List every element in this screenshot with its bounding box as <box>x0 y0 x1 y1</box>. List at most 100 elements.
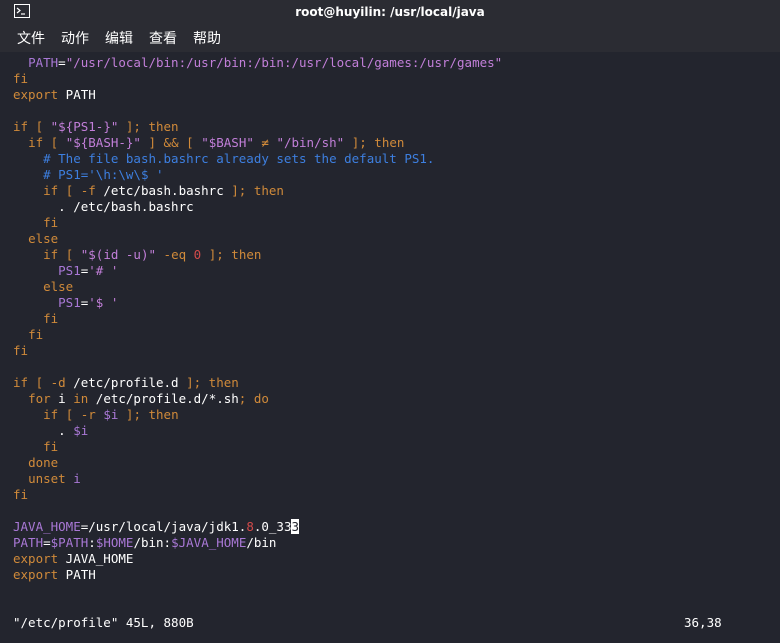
code-token: PATH <box>13 535 44 550</box>
code-token: i <box>73 471 81 486</box>
code-token: $PATH <box>50 535 89 550</box>
code-token: # The file bash.bashrc already sets the … <box>43 151 435 166</box>
code-token: [ <box>28 119 51 134</box>
editor-line: PATH=$PATH:$HOME/bin:$JAVA_HOME/bin <box>13 535 276 551</box>
menu-edit[interactable]: 编辑 <box>98 26 140 50</box>
code-token: PATH <box>28 55 59 70</box>
code-token: export <box>13 551 59 566</box>
code-token: fi <box>43 439 59 454</box>
code-token: export <box>13 87 59 102</box>
code-token: "$(id -u)" <box>80 247 157 262</box>
code-token: fi <box>13 343 29 358</box>
editor-line: if [ -r $i ]; then <box>13 407 179 423</box>
code-token: ]; then <box>118 407 179 422</box>
vim-editor-buffer[interactable]: PATH="/usr/local/bin:/usr/bin:/bin:/usr/… <box>0 52 780 643</box>
code-token: /etc/profile.d/*.sh <box>88 391 239 406</box>
code-token: export <box>13 567 59 582</box>
code-token: $i <box>73 423 89 438</box>
editor-line: fi <box>13 343 28 359</box>
code-token: "${PS1-}" <box>50 119 119 134</box>
code-token: [ -d <box>28 375 74 390</box>
code-token: # PS1='\h:\w\$ ' <box>43 167 164 182</box>
code-token: -eq <box>156 247 194 262</box>
code-token: '$ ' <box>88 295 119 310</box>
code-token: "${BASH-}" <box>65 135 141 150</box>
window-title: root@huyilin: /usr/local/java <box>295 5 485 19</box>
code-token: ]; then <box>201 247 262 262</box>
editor-line: fi <box>13 487 28 503</box>
editor-line: fi <box>13 439 58 455</box>
code-token: JAVA_HOME <box>13 519 81 534</box>
editor-line: JAVA_HOME=/usr/local/java/jdk1.8.0_333 <box>13 519 300 535</box>
code-token: [ <box>43 135 66 150</box>
code-token: ]; then <box>118 119 179 134</box>
code-token: if <box>43 407 59 422</box>
code-token: PS1 <box>58 263 81 278</box>
editor-line: fi <box>13 215 58 231</box>
code-token: . /etc/bash.bashrc <box>13 199 194 214</box>
editor-line: fi <box>13 71 28 87</box>
menu-bar: 文件 动作 编辑 查看 帮助 <box>0 24 780 52</box>
editor-line: if [ -f /etc/bash.bashrc ]; then <box>13 183 284 199</box>
editor-line: fi <box>13 311 58 327</box>
code-token: if <box>13 119 29 134</box>
editor-line: fi <box>13 327 43 343</box>
code-token: = <box>58 55 66 70</box>
code-token: $i <box>103 407 119 422</box>
editor-line: unset i <box>13 471 81 487</box>
title-bar: root@huyilin: /usr/local/java <box>0 0 780 24</box>
code-token: fi <box>43 311 59 326</box>
code-token: /etc/profile.d <box>73 375 179 390</box>
menu-action[interactable]: 动作 <box>54 26 96 50</box>
code-token: fi <box>43 215 59 230</box>
editor-line: else <box>13 279 73 295</box>
menu-file[interactable]: 文件 <box>10 26 52 50</box>
editor-line: # PS1='\h:\w\$ ' <box>13 167 164 183</box>
editor-line: if [ -d /etc/profile.d ]; then <box>13 375 239 391</box>
code-token: fi <box>13 71 29 86</box>
code-token: $HOME <box>95 535 134 550</box>
code-token: [ -f <box>58 183 104 198</box>
code-token: /bin <box>246 535 277 550</box>
code-token: fi <box>13 487 29 502</box>
code-token: ; do <box>238 391 269 406</box>
editor-line: # The file bash.bashrc already sets the … <box>13 151 434 167</box>
menu-view[interactable]: 查看 <box>142 26 184 50</box>
code-token: ]; then <box>223 183 284 198</box>
code-token: .0_33 <box>253 519 292 534</box>
code-token: $JAVA_HOME <box>171 535 247 550</box>
code-token: /bin: <box>133 535 172 550</box>
editor-line: PS1='$ ' <box>13 295 118 311</box>
status-file-info: "/etc/profile" 45L, 880B <box>13 615 194 630</box>
menu-help[interactable]: 帮助 <box>186 26 228 50</box>
editor-line: PS1='# ' <box>13 263 118 279</box>
code-token: unset <box>28 471 66 486</box>
code-token: "/usr/local/bin:/usr/bin:/bin:/usr/local… <box>65 55 503 70</box>
code-token: if <box>43 247 59 262</box>
code-token: 8 <box>246 519 254 534</box>
code-token: [ -r <box>58 407 104 422</box>
code-token: /etc/bash.bashrc <box>103 183 224 198</box>
code-token: if <box>28 135 44 150</box>
code-token: : <box>88 535 96 550</box>
code-token: else <box>28 231 59 246</box>
code-token: [ <box>58 247 81 262</box>
editor-line: export PATH <box>13 567 96 583</box>
code-token: fi <box>28 327 44 342</box>
code-token: "/bin/sh" <box>276 135 345 150</box>
editor-line: for i in /etc/profile.d/*.sh; do <box>13 391 269 407</box>
editor-line: . /etc/bash.bashrc <box>13 199 194 215</box>
code-token: [ <box>178 135 202 150</box>
